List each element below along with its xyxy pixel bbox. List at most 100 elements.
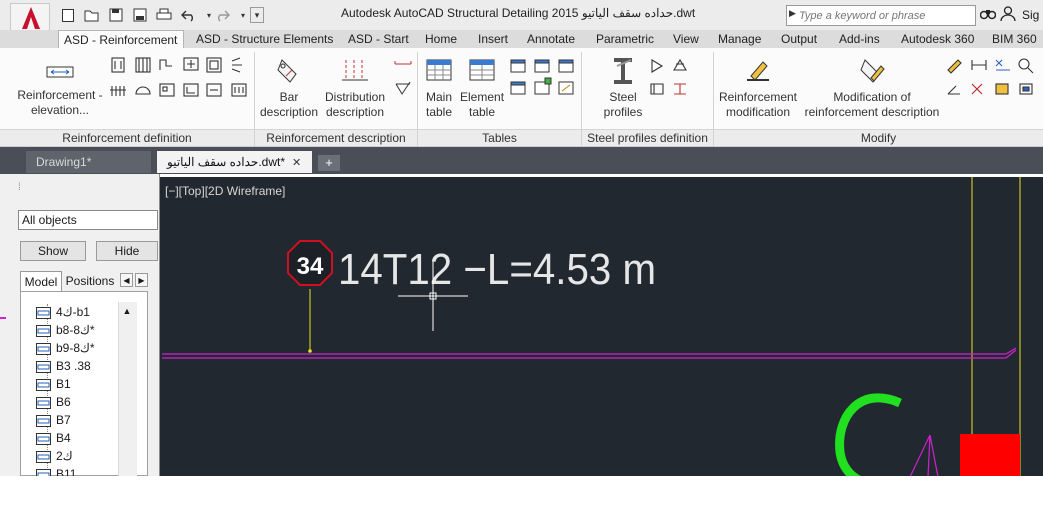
rebar-description-text: 14T12 −L=4.53 m bbox=[338, 245, 656, 294]
panel-title-tables: Tables bbox=[418, 129, 581, 146]
reinforcement-elevation-icon bbox=[46, 66, 74, 78]
show-button[interactable]: Show bbox=[20, 241, 86, 261]
tab-output[interactable]: Output bbox=[781, 30, 817, 48]
modify-description-icon bbox=[860, 59, 885, 83]
steel-small-icons[interactable] bbox=[648, 56, 692, 98]
panel-title-reinforcement-definition: Reinforcement definition bbox=[0, 129, 254, 146]
object-filter-select[interactable]: All objects bbox=[18, 210, 158, 230]
palette-edge-strip bbox=[0, 174, 10, 476]
user-icon[interactable] bbox=[1000, 6, 1016, 24]
customize-dropdown-icon[interactable]: ▾ bbox=[250, 7, 264, 23]
binoculars-icon[interactable] bbox=[979, 6, 997, 23]
distribution-description-button[interactable]: Distribution description bbox=[322, 56, 388, 120]
hide-button[interactable]: Hide bbox=[96, 241, 158, 261]
tab-autodesk-360[interactable]: Autodesk 360 bbox=[901, 30, 974, 48]
main-table-button[interactable]: Main table bbox=[420, 56, 458, 120]
autocad-logo-icon bbox=[22, 7, 40, 29]
panel-title-steel-profiles-definition: Steel profiles definition bbox=[582, 129, 713, 146]
red-block bbox=[960, 434, 1020, 476]
redo-icon[interactable] bbox=[213, 6, 231, 24]
modify-small-icons[interactable] bbox=[946, 56, 1040, 98]
tab-view[interactable]: View bbox=[673, 30, 699, 48]
steel-profiles-icon bbox=[614, 58, 632, 84]
tab-asd-start[interactable]: ASD - Start bbox=[348, 30, 409, 48]
reinforcement-modification-button[interactable]: Reinforcement modification bbox=[716, 56, 800, 120]
tree-item[interactable]: 4ك-b1 bbox=[36, 303, 90, 321]
tree-item[interactable]: ك2 bbox=[36, 447, 73, 465]
tree-scrollbar[interactable] bbox=[118, 302, 137, 476]
tab-annotate[interactable]: Annotate bbox=[527, 30, 575, 48]
tab-add-ins[interactable]: Add-ins bbox=[839, 30, 880, 48]
panel-title-modify: Modify bbox=[714, 129, 1043, 146]
sign-in-link[interactable]: Sig bbox=[1022, 8, 1039, 22]
window-title: Autodesk AutoCAD Structural Detailing 20… bbox=[341, 6, 696, 20]
palette-edge-marker bbox=[0, 317, 6, 319]
tree-item[interactable]: B7 bbox=[36, 411, 71, 429]
tab-manage[interactable]: Manage bbox=[718, 30, 761, 48]
bar-description-icon bbox=[277, 59, 297, 83]
drawing-geometry: 34 14T12 −L=4.53 m bbox=[162, 177, 1021, 476]
tab-asd-reinforcement[interactable]: ASD - Reinforcement bbox=[58, 30, 184, 48]
search-box[interactable]: ▶ bbox=[786, 5, 976, 26]
element-icon bbox=[36, 468, 51, 476]
bar-mark-number: 34 bbox=[297, 253, 324, 280]
rebar-hook bbox=[1005, 347, 1017, 359]
reinforcement-modification-icon bbox=[747, 61, 769, 81]
tree-item[interactable]: b9-8ك* bbox=[36, 339, 95, 357]
element-table-button[interactable]: Element table bbox=[460, 56, 504, 120]
close-tab-icon[interactable]: ✕ bbox=[292, 156, 301, 169]
palette-tab-positions[interactable]: Positions bbox=[64, 271, 116, 291]
element-icon bbox=[36, 396, 51, 409]
tab-scroll-left-icon[interactable]: ◀ bbox=[120, 273, 133, 287]
tab-scroll-right-icon[interactable]: ▶ bbox=[135, 273, 148, 287]
element-icon bbox=[36, 306, 51, 319]
new-tab-plus-icon[interactable]: + bbox=[318, 155, 340, 171]
bottom-area bbox=[0, 476, 1043, 516]
tree-item[interactable]: B1 bbox=[36, 375, 71, 393]
reinforcement-elevation-button[interactable]: Reinforcement - elevation... bbox=[14, 62, 106, 118]
table-small-icons[interactable] bbox=[509, 58, 579, 100]
element-icon bbox=[36, 432, 51, 445]
tree-item[interactable]: B3 .38 bbox=[36, 357, 91, 375]
tab-bim-360[interactable]: BIM 360 bbox=[992, 30, 1037, 48]
undo-icon[interactable] bbox=[180, 6, 198, 24]
palette-grip-icon[interactable]: ⁞ bbox=[18, 182, 21, 193]
element-icon bbox=[36, 360, 51, 373]
leader-dot bbox=[308, 349, 312, 353]
doc-tab-drawing1[interactable]: Drawing1* bbox=[26, 151, 151, 173]
element-icon bbox=[36, 450, 51, 463]
search-expand-icon[interactable]: ▶ bbox=[789, 8, 796, 19]
palette-tab-model[interactable]: Model bbox=[20, 271, 62, 291]
element-icon bbox=[36, 414, 51, 427]
element-icon bbox=[36, 324, 51, 337]
panel-title-reinforcement-description: Reinforcement description bbox=[255, 129, 417, 146]
scroll-up-icon[interactable]: ▲ bbox=[118, 302, 136, 320]
tree-item[interactable]: B6 bbox=[36, 393, 71, 411]
steel-profiles-button[interactable]: Steel profiles bbox=[598, 56, 648, 120]
save-icon[interactable] bbox=[107, 6, 125, 24]
tab-asd-structure-elements[interactable]: ASD - Structure Elements bbox=[196, 30, 333, 48]
save-as-icon[interactable] bbox=[131, 6, 149, 24]
new-icon[interactable] bbox=[59, 6, 77, 24]
open-icon[interactable] bbox=[83, 6, 101, 24]
reinforcement-tools-icon-grid[interactable] bbox=[110, 56, 250, 102]
magenta-letter-shape bbox=[909, 434, 939, 476]
tree-item[interactable]: B4 bbox=[36, 429, 71, 447]
print-icon[interactable] bbox=[155, 6, 173, 24]
element-icon bbox=[36, 342, 51, 355]
tab-parametric[interactable]: Parametric bbox=[596, 30, 654, 48]
element-icon bbox=[36, 378, 51, 391]
tree-item[interactable]: b8-8ك* bbox=[36, 321, 95, 339]
bar-description-button[interactable]: Bar description bbox=[259, 56, 319, 120]
main-table-icon bbox=[426, 59, 452, 81]
distribution-description-icon bbox=[342, 60, 368, 81]
search-input[interactable] bbox=[799, 7, 971, 24]
tab-home[interactable]: Home bbox=[425, 30, 457, 48]
element-table-icon bbox=[469, 59, 495, 81]
description-small-icons[interactable] bbox=[393, 58, 413, 98]
green-letter-shape bbox=[835, 393, 902, 476]
modification-of-reinforcement-description-button[interactable]: Modification of reinforcement descriptio… bbox=[802, 56, 942, 120]
tab-insert[interactable]: Insert bbox=[478, 30, 508, 48]
doc-tab-active-drawing[interactable]: حداده سقف الياتيو.dwt* bbox=[157, 151, 312, 173]
tree-item[interactable]: B11 bbox=[36, 465, 76, 476]
